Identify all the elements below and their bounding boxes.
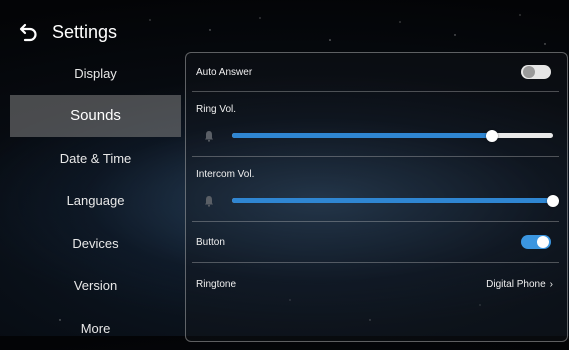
sidebar-item-date-time[interactable]: Date & Time xyxy=(10,137,181,180)
ringtone-value: Digital Phone xyxy=(486,278,546,290)
slider-fill xyxy=(232,198,553,203)
ringtone-row[interactable]: Ringtone Digital Phone › xyxy=(192,263,559,305)
back-arrow-icon[interactable] xyxy=(16,19,42,45)
button-sound-row: Button xyxy=(192,222,559,263)
bell-icon xyxy=(205,196,213,207)
intercom-vol-label: Intercom Vol. xyxy=(196,169,255,180)
button-sound-toggle[interactable] xyxy=(521,235,551,249)
auto-answer-toggle[interactable] xyxy=(521,65,551,79)
chevron-right-icon: › xyxy=(549,278,553,290)
button-sound-label: Button xyxy=(196,236,225,248)
intercom-vol-row: Intercom Vol. xyxy=(192,157,559,222)
sidebar-item-language[interactable]: Language xyxy=(10,180,181,223)
sidebar-item-devices[interactable]: Devices xyxy=(10,222,181,265)
ringtone-label: Ringtone xyxy=(196,278,237,290)
intercom-vol-slider[interactable] xyxy=(232,194,559,207)
sidebar-item-more[interactable]: More xyxy=(10,307,181,350)
auto-answer-row: Auto Answer xyxy=(192,53,559,92)
ring-vol-label: Ring Vol. xyxy=(196,104,237,115)
ringtone-value-wrap: Digital Phone › xyxy=(486,279,553,290)
page-title: Settings xyxy=(52,21,118,42)
sidebar-item-display[interactable]: Display xyxy=(10,52,181,95)
sounds-panel: Auto Answer Ring Vol. Intercom Vol. Butt… xyxy=(185,52,568,342)
toggle-knob xyxy=(537,236,549,248)
slider-fill xyxy=(232,133,492,138)
slider-thumb[interactable] xyxy=(547,194,559,207)
sidebar-item-version[interactable]: Version xyxy=(10,265,181,308)
bell-icon xyxy=(205,131,213,142)
ring-vol-slider[interactable] xyxy=(232,129,553,142)
auto-answer-label: Auto Answer xyxy=(196,66,253,78)
slider-thumb[interactable] xyxy=(486,129,498,142)
ring-vol-row: Ring Vol. xyxy=(192,92,559,157)
sidebar-item-sounds[interactable]: Sounds xyxy=(10,94,181,137)
title-bar: Settings xyxy=(16,14,117,50)
toggle-knob xyxy=(523,66,535,78)
sidebar: Display Sounds Date & Time Language Devi… xyxy=(10,52,181,350)
